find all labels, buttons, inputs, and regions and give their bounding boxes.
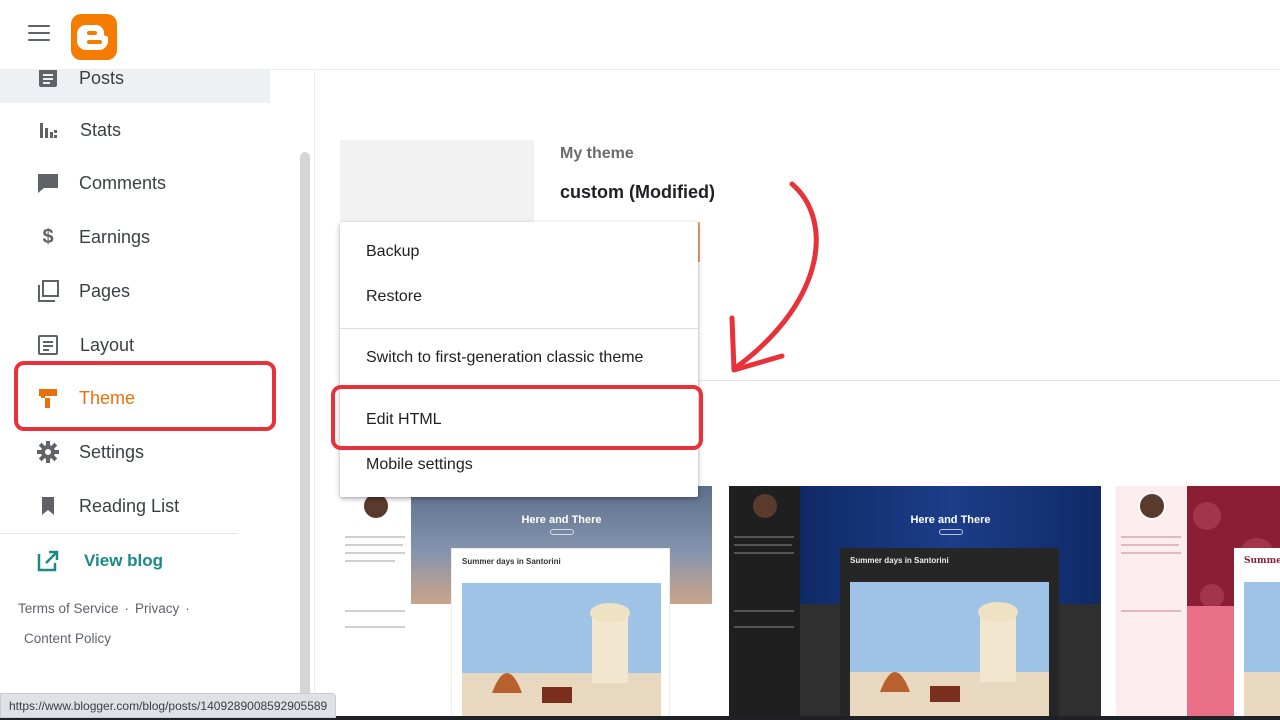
footer-separator: · [185, 601, 190, 616]
content-policy-link[interactable]: Content Policy [24, 631, 111, 646]
status-url-bar: https://www.blogger.com/blog/posts/14092… [0, 693, 337, 718]
preview-text-line [734, 610, 794, 612]
sidebar-item-reading-list[interactable]: Reading List [0, 481, 270, 531]
sidebar-divider [0, 533, 238, 534]
preview-text-line [1121, 544, 1179, 546]
bookmark-icon [36, 494, 60, 518]
preview-post-title: Summer days in Santorini [850, 556, 949, 565]
preview-post-image [462, 583, 661, 720]
sidebar-item-label: Stats [80, 119, 122, 140]
blogger-logo-icon[interactable] [71, 14, 117, 60]
sidebar-scrollbar[interactable] [300, 152, 310, 720]
sidebar-item-comments[interactable]: Comments [0, 158, 270, 208]
sidebar-item-label: Earnings [79, 226, 151, 247]
menu-item-switch-classic[interactable]: Switch to first-generation classic theme [340, 338, 698, 378]
preview-text-line [734, 552, 794, 554]
hamburger-menu-icon[interactable] [28, 25, 50, 43]
theme-options-menu: Backup Restore Switch to first-generatio… [340, 222, 698, 497]
preview-text-line [1121, 610, 1181, 612]
preview-text-line [1121, 536, 1181, 538]
privacy-link[interactable]: Privacy [135, 601, 179, 616]
preview-sidebar [729, 486, 800, 720]
sidebar-item-label: Reading List [79, 495, 180, 516]
menu-divider [340, 328, 698, 329]
external-link-icon [37, 550, 59, 572]
theme-name: custom (Modified) [560, 182, 715, 202]
top-bar [0, 0, 1280, 70]
theme-preview-card[interactable]: Here and There Summer days in Santorini [340, 486, 712, 720]
sidebar-item-settings[interactable]: Settings [0, 427, 270, 477]
sidebar-item-label: Comments [79, 172, 167, 193]
comments-icon [36, 171, 60, 195]
preview-post: Summer d [1234, 548, 1280, 720]
sidebar-item-label: Settings [79, 441, 145, 462]
main-border [314, 70, 315, 720]
edit-html-highlight-box [331, 385, 703, 450]
preview-text-line [345, 610, 405, 612]
preview-hero-button [549, 529, 574, 535]
blogger-dashboard: Posts Stats Comments $ Earnings Pages La… [0, 0, 1280, 720]
preview-avatar [751, 492, 779, 520]
layout-icon [36, 333, 60, 357]
preview-post-title: Summer d [1244, 556, 1280, 566]
preview-text-line [345, 560, 395, 562]
preview-text-line [345, 544, 403, 546]
preview-text-line [345, 626, 405, 628]
preview-text-line [345, 536, 405, 538]
terms-link[interactable]: Terms of Service [18, 601, 119, 616]
sidebar-item-label: Posts [79, 67, 125, 88]
preview-post-image [850, 582, 1049, 720]
preview-post: Summer days in Santorini [451, 548, 670, 720]
dollar-icon: $ [42, 225, 54, 248]
preview-text-line [345, 552, 405, 554]
footer-separator: · [124, 601, 130, 616]
pages-icon [36, 279, 60, 303]
preview-avatar [1138, 492, 1166, 520]
annotation-arrow-icon [729, 181, 819, 373]
theme-highlight-box [14, 361, 276, 431]
preview-text-line [734, 544, 792, 546]
preview-text-line [734, 536, 794, 538]
sidebar-item-stats[interactable]: Stats [0, 105, 270, 155]
preview-sidebar [340, 486, 411, 720]
preview-text-line [734, 626, 794, 628]
view-blog-label: View blog [84, 551, 164, 570]
sidebar-item-label: Pages [79, 280, 131, 301]
footer-links: Terms of Service · Privacy · Content Policy [18, 594, 196, 654]
menu-item-backup[interactable]: Backup [340, 232, 698, 272]
view-blog-link[interactable]: View blog [36, 548, 163, 574]
preview-post-image [1244, 582, 1280, 720]
preview-hero-title: Here and There [910, 514, 991, 526]
stats-icon [36, 118, 60, 142]
preview-post-title: Summer days in Santorini [462, 557, 561, 566]
menu-item-restore[interactable]: Restore [340, 277, 698, 317]
sidebar-item-earnings[interactable]: $ Earnings [0, 212, 270, 262]
section-divider [698, 380, 1280, 381]
menu-item-mobile-settings[interactable]: Mobile settings [340, 445, 698, 485]
preview-text-line [1121, 552, 1181, 554]
sidebar-item-label: Layout [80, 334, 135, 355]
my-theme-label: My theme [560, 145, 634, 162]
preview-post: Summer days in Santorini [840, 548, 1059, 720]
preview-hero-button [938, 529, 963, 535]
sidebar-item-pages[interactable]: Pages [0, 266, 270, 316]
preview-sidebar [1116, 486, 1187, 720]
gear-icon [36, 440, 60, 464]
theme-preview-card[interactable]: Summer d [1116, 486, 1280, 720]
theme-preview-card[interactable]: Here and There Summer days in Santorini [729, 486, 1101, 720]
preview-hero-title: Here and There [521, 514, 602, 526]
